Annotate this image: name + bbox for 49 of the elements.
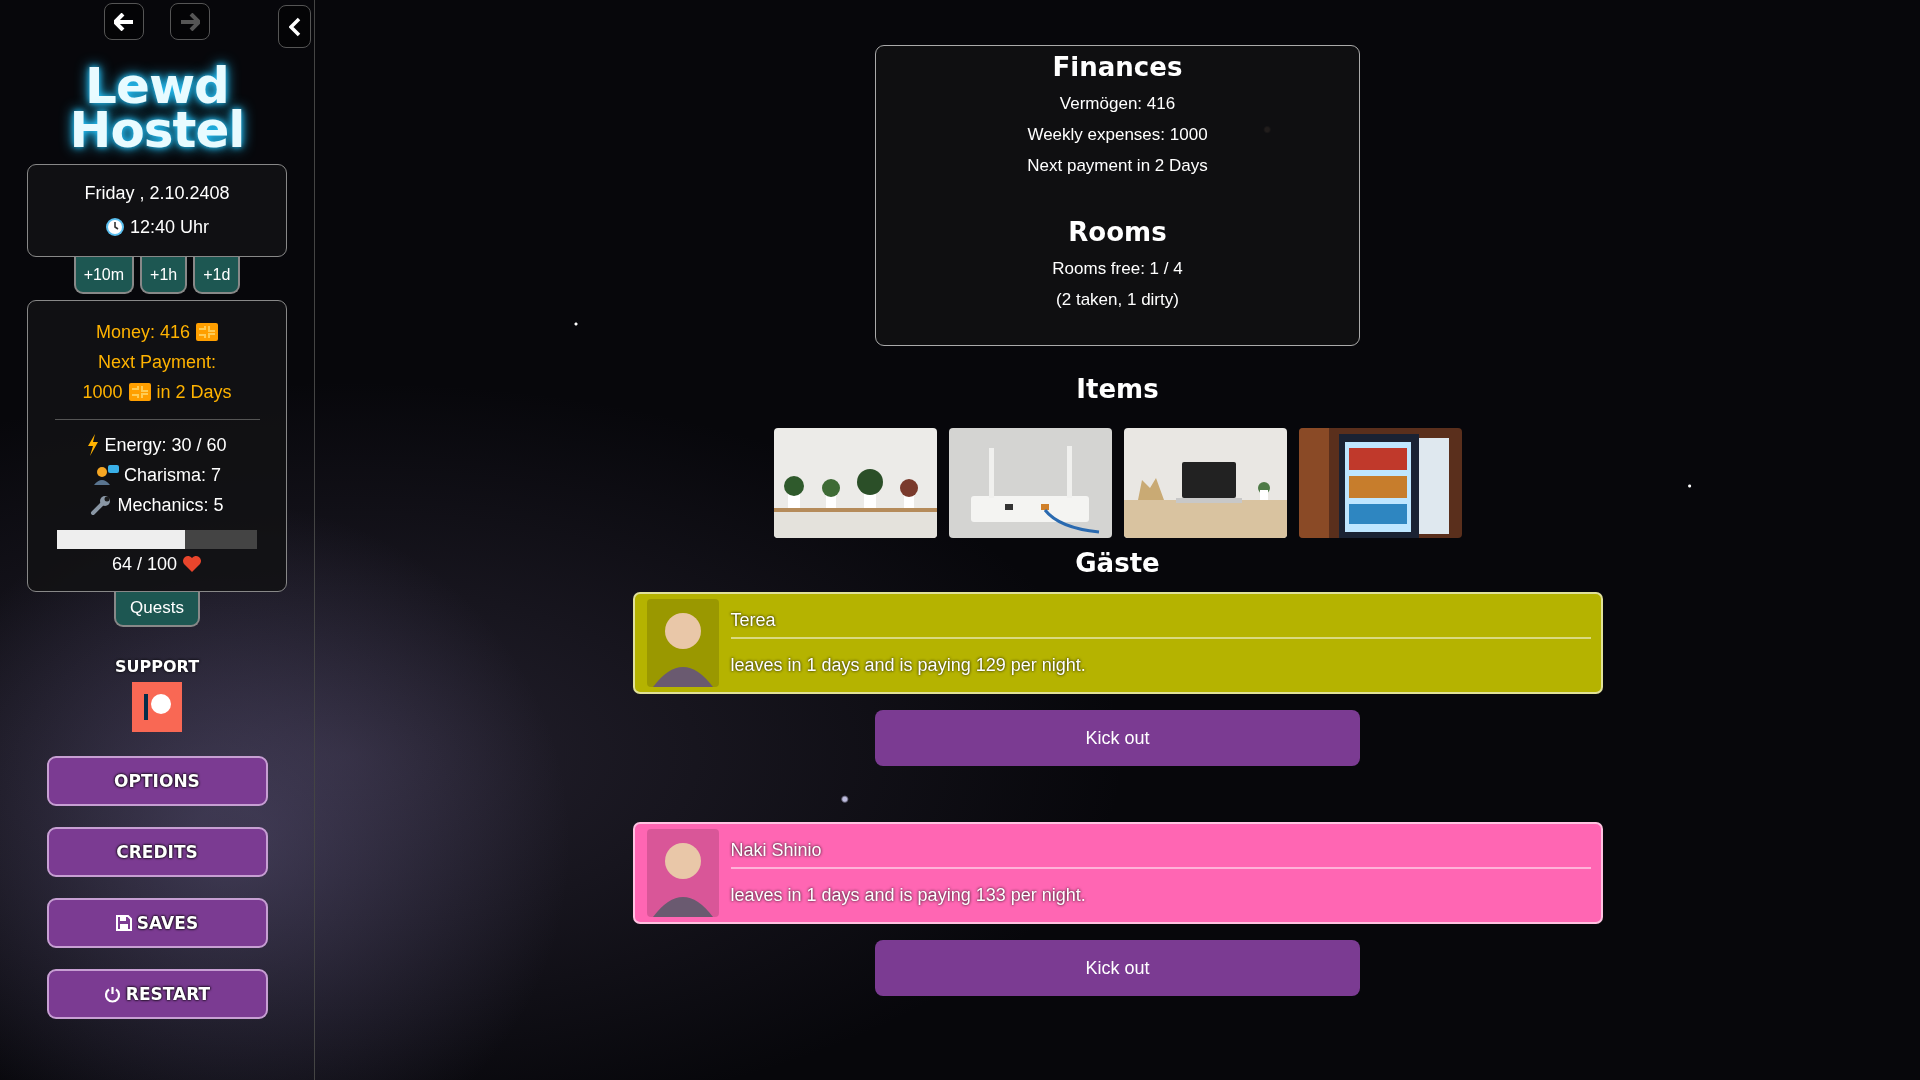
rooms-text: (2 taken, 1 dirty) — [1056, 289, 1179, 311]
attribute-text: Mechanics: 5 — [117, 494, 224, 517]
guest-stay-text: leaves in 1 days and is paying 133 per night. — [730, 885, 1087, 906]
clock-icon — [104, 217, 125, 237]
section-title: Finances — [1052, 52, 1183, 82]
chevron-left-icon — [288, 16, 301, 37]
power-icon — [103, 985, 121, 1003]
coin-icon — [196, 323, 219, 341]
wrench-icon — [90, 494, 113, 516]
guest-stay-text: leaves in 1 days and is paying 129 per night. — [730, 655, 1087, 676]
finance-text: Vermögen: 416 — [1059, 93, 1176, 115]
guest-name: Naki Shinio — [730, 840, 1591, 869]
kick-out-button[interactable]: Kick out — [875, 710, 1360, 766]
lightning-icon — [87, 434, 100, 456]
finance-text: Next payment in 2 Days — [1027, 155, 1208, 177]
coin-icon — [128, 383, 151, 401]
menu-button[interactable]: OPTIONS — [46, 756, 268, 806]
payment-due-text: in 2 Days — [156, 381, 232, 404]
quests-tab[interactable]: Quests — [114, 592, 200, 627]
menu-button[interactable]: CREDITS — [46, 827, 268, 877]
advance-time-button[interactable]: +10m — [73, 257, 135, 294]
back-button[interactable] — [104, 3, 144, 40]
money-text: Money: 416 — [95, 321, 191, 344]
attribute-text: Energy: 30 / 60 — [104, 434, 227, 457]
heart-icon — [182, 555, 203, 573]
time-text: 12:40 Uhr — [129, 216, 210, 239]
right-arrow-icon — [180, 12, 200, 31]
health-text: 64 / 100 — [111, 553, 178, 576]
support-label: SUPPORT — [114, 657, 200, 676]
attribute-text: Charisma: 7 — [124, 464, 221, 487]
menu-button[interactable]: RESTART — [46, 969, 268, 1019]
rooms-text: Rooms free: 1 / 4 — [1052, 258, 1183, 280]
section-title: Rooms — [1068, 217, 1167, 247]
collapse-sidebar-button[interactable] — [278, 5, 311, 48]
game-logo: Lewd Hostel — [68, 64, 246, 152]
kick-out-button[interactable]: Kick out — [875, 940, 1360, 996]
next-payment-label: Next Payment: — [97, 351, 216, 374]
payment-amount: 1000 — [82, 381, 123, 404]
left-arrow-icon — [114, 12, 134, 31]
advance-time-button[interactable]: +1d — [193, 257, 241, 294]
date-text: Friday , 2.10.2408 — [84, 183, 230, 204]
guest-name: Terea — [730, 610, 1591, 639]
people-icon — [93, 465, 119, 485]
patreon-icon[interactable] — [132, 682, 182, 732]
menu-button[interactable]: SAVES — [46, 898, 268, 948]
finance-text: Weekly expenses: 1000 — [1027, 124, 1208, 146]
advance-time-button[interactable]: +1h — [140, 257, 188, 294]
guests-title: Gäste — [1075, 548, 1160, 578]
items-title: Items — [1076, 374, 1159, 404]
